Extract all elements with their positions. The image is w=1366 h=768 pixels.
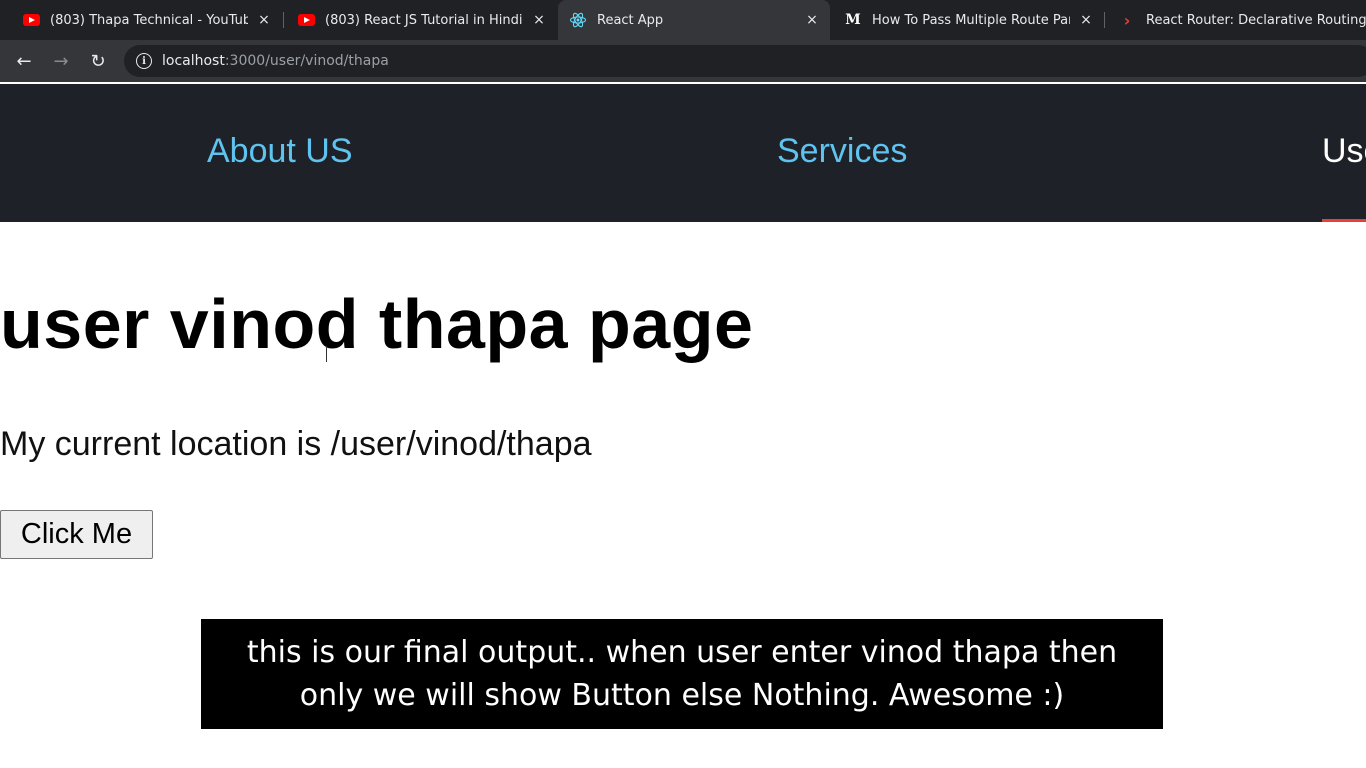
click-me-button[interactable]: Click Me <box>0 510 153 559</box>
text-cursor-icon <box>326 346 328 362</box>
url-host: localhost <box>162 53 225 69</box>
active-nav-underline <box>1322 219 1366 222</box>
close-icon[interactable]: × <box>1078 12 1094 28</box>
forward-arrow-icon[interactable]: → <box>49 49 73 73</box>
page-heading: user vinod thapa page <box>0 285 754 363</box>
back-arrow-icon[interactable]: ← <box>12 49 36 73</box>
caption-line: this is our final output.. when user ent… <box>246 635 1118 670</box>
video-caption: this is our final output.. when user ent… <box>201 619 1163 729</box>
tab-title: React App <box>597 12 664 28</box>
address-bar[interactable]: i localhost:3000/user/vinod/thapa <box>124 45 1366 77</box>
tab-title: (803) React JS Tutorial in Hindi 2020 <box>325 12 523 28</box>
nav-link-user[interactable]: User <box>1322 132 1366 171</box>
nav-link-services[interactable]: Services <box>777 132 907 171</box>
caption-line: only we will show Button else Nothing. A… <box>299 678 1065 713</box>
tab-title: React Router: Declarative Routing <box>1146 12 1366 28</box>
app-navbar: About US Services User <box>0 84 1366 222</box>
nav-link-about[interactable]: About US <box>207 132 353 171</box>
tab-separator <box>283 12 284 28</box>
tab-medium-article[interactable]: M How To Pass Multiple Route Parameters … <box>836 0 1098 40</box>
medium-icon: M <box>845 12 861 28</box>
react-icon <box>569 11 587 29</box>
tab-react-app[interactable]: React App × <box>558 0 830 40</box>
reload-icon[interactable]: ↻ <box>86 49 110 73</box>
url-path: :3000/user/vinod/thapa <box>224 53 389 69</box>
tab-title: (803) Thapa Technical - YouTube <box>50 12 248 28</box>
youtube-icon <box>297 11 315 29</box>
tab-title: How To Pass Multiple Route Parameters <box>872 12 1070 28</box>
tab-react-router[interactable]: › React Router: Declarative Routing <box>1110 0 1366 40</box>
site-info-icon[interactable]: i <box>136 53 152 69</box>
close-icon[interactable]: × <box>531 12 547 28</box>
browser-toolbar: ← → ↻ i localhost:3000/user/vinod/thapa <box>0 40 1366 82</box>
tab-separator <box>1104 12 1105 28</box>
close-icon[interactable]: × <box>804 12 820 28</box>
youtube-icon <box>22 11 40 29</box>
close-icon[interactable]: × <box>256 12 272 28</box>
tab-react-tutorial[interactable]: (803) React JS Tutorial in Hindi 2020 × <box>289 0 551 40</box>
browser-tab-strip: (803) Thapa Technical - YouTube × (803) … <box>0 0 1366 40</box>
react-router-icon: › <box>1123 10 1131 30</box>
tab-thapa-youtube[interactable]: (803) Thapa Technical - YouTube × <box>14 0 276 40</box>
current-location-text: My current location is /user/vinod/thapa <box>0 425 592 463</box>
